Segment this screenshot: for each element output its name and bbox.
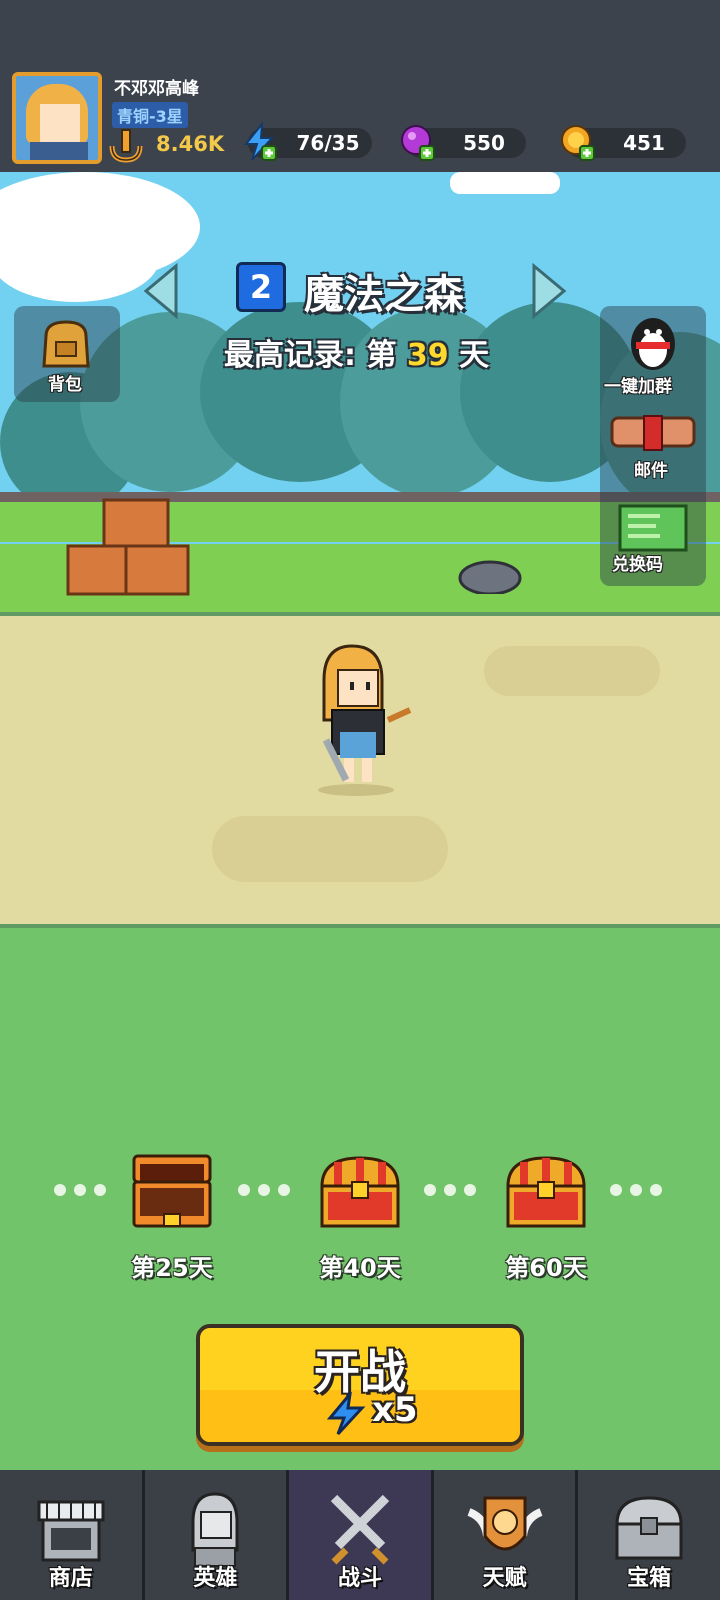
gems-stat[interactable]: 550 xyxy=(401,125,526,161)
stage-number-badge: 2 xyxy=(236,262,286,312)
nav-talent-label: 天赋 xyxy=(482,1566,527,1591)
join-group-label: 一键加群 xyxy=(604,377,672,397)
join-group-button[interactable]: 一键加群 xyxy=(600,306,706,397)
energy-value: 76/35 xyxy=(296,131,360,155)
top-bar: 不邓邓高峰 青铜-3星 8.46K 76/35 550 451 xyxy=(0,0,720,172)
nav-treasure-label: 宝箱 xyxy=(627,1566,672,1591)
energy-cost: x5 xyxy=(372,1390,418,1430)
crossed-swords-icon xyxy=(330,1494,390,1565)
coins-value: 451 xyxy=(623,131,665,155)
energy-stat[interactable]: 76/35 xyxy=(243,122,372,161)
redeem-code-button[interactable]: 兑换码 xyxy=(600,498,706,584)
reward-label-day40: 第40天 xyxy=(319,1254,401,1282)
nav-treasure[interactable]: 宝箱 xyxy=(578,1470,720,1600)
progress-dots xyxy=(610,1184,662,1198)
mail-button[interactable]: 邮件 xyxy=(600,406,706,486)
start-battle-button[interactable]: 开战 x5 xyxy=(196,1324,524,1446)
best-record: 最高记录: 第 39 天 xyxy=(224,330,489,374)
ticket-icon xyxy=(618,504,688,552)
previous-stage-arrow-icon[interactable] xyxy=(138,262,182,320)
talent-icon xyxy=(466,1496,543,1551)
nav-hero[interactable]: 英雄 xyxy=(144,1470,287,1600)
coins-stat[interactable]: 451 xyxy=(561,125,686,161)
progress-dots xyxy=(424,1184,476,1198)
nav-battle[interactable]: 战斗 xyxy=(289,1470,431,1600)
crates-decoration xyxy=(66,498,190,596)
bottom-nav: 商店 英雄 战斗 天赋 宝箱 xyxy=(0,1470,720,1600)
shop-icon xyxy=(37,1500,105,1562)
nav-hero-label: 英雄 xyxy=(193,1566,238,1591)
record-suffix: 天 xyxy=(459,338,490,373)
mail-scroll-icon xyxy=(610,415,696,451)
nav-shop-label: 商店 xyxy=(48,1566,93,1591)
progress-dots xyxy=(238,1184,290,1198)
gems-value: 550 xyxy=(463,131,505,155)
stage-title: 魔法之森 xyxy=(304,272,464,318)
record-prefix: 最高记录: 第 xyxy=(224,338,397,373)
backpack-icon xyxy=(42,320,90,368)
player-avatar[interactable] xyxy=(12,72,102,164)
backpack-button[interactable]: 背包 xyxy=(14,306,120,402)
reward-label-day25: 第25天 xyxy=(131,1254,213,1282)
penguin-icon xyxy=(631,318,675,370)
energy-cost-icon xyxy=(326,1392,366,1436)
energy-plus-icon[interactable] xyxy=(240,122,280,162)
hero-icon xyxy=(191,1492,239,1567)
rock-decoration xyxy=(458,560,522,594)
treasure-chest-icon xyxy=(615,1496,683,1560)
redeem-code-label: 兑换码 xyxy=(612,555,663,575)
mail-label: 邮件 xyxy=(634,461,668,481)
hero-character xyxy=(318,644,412,796)
progress-dots xyxy=(54,1184,106,1198)
nav-shop[interactable]: 商店 xyxy=(0,1470,142,1600)
player-name: 不邓邓高峰 xyxy=(114,79,199,99)
backpack-label: 背包 xyxy=(48,375,82,395)
reward-chest-locked-icon[interactable] xyxy=(504,1152,588,1232)
side-menu: 一键加群 邮件 兑换码 xyxy=(600,306,706,586)
reward-chest-locked-icon[interactable] xyxy=(318,1152,402,1232)
gem-plus-icon[interactable] xyxy=(398,122,438,162)
nav-talent[interactable]: 天赋 xyxy=(433,1470,576,1600)
reward-label-day60: 第60天 xyxy=(505,1254,587,1282)
power-value: 8.46K xyxy=(156,132,225,156)
rank-badge: 青铜-3星 xyxy=(112,102,188,128)
reward-chest-opened-icon[interactable] xyxy=(130,1152,214,1232)
next-stage-arrow-icon[interactable] xyxy=(528,262,572,320)
record-day: 39 xyxy=(406,338,449,373)
power-icon xyxy=(109,129,143,163)
coin-plus-icon[interactable] xyxy=(558,122,598,162)
nav-battle-label: 战斗 xyxy=(337,1566,382,1591)
